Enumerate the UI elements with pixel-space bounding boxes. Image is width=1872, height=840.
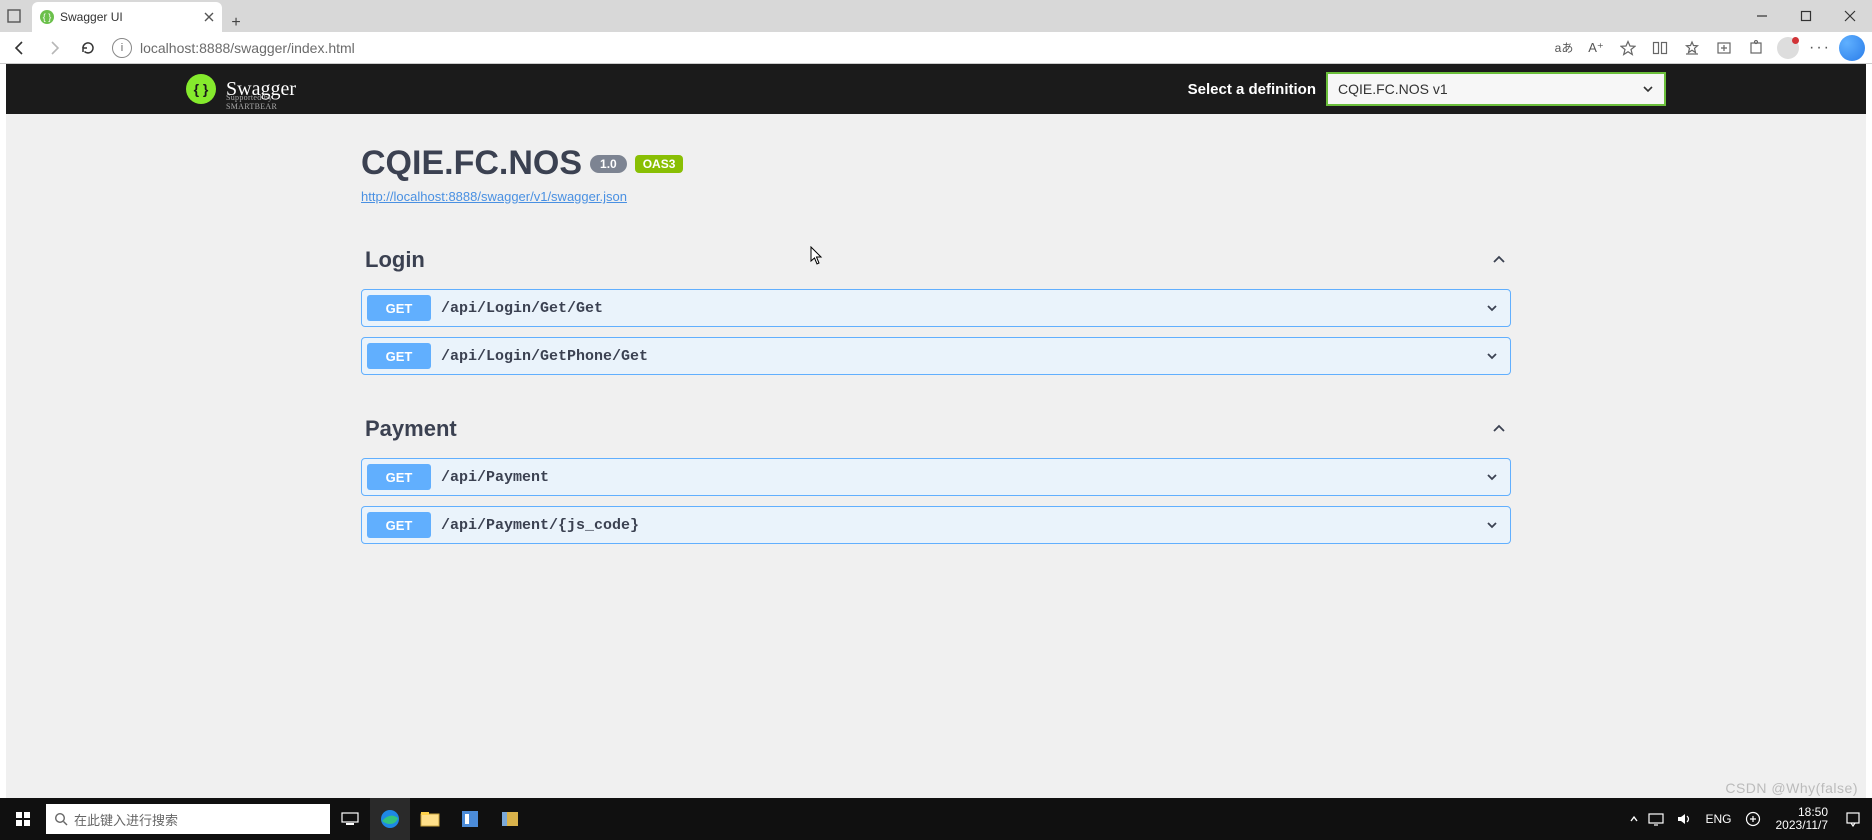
forward-button[interactable] [40, 34, 68, 62]
chevron-down-icon [1485, 301, 1499, 315]
volume-icon[interactable] [1673, 798, 1695, 840]
chevron-down-icon [1485, 518, 1499, 532]
new-tab-button[interactable]: + [222, 14, 250, 32]
taskbar-search[interactable]: 在此键入进行搜索 [46, 804, 330, 834]
read-aloud-icon[interactable]: A⁺ [1582, 34, 1610, 62]
notifications-icon[interactable] [1840, 798, 1866, 840]
tray-chevron-icon[interactable] [1629, 814, 1639, 824]
browser-tab[interactable]: { } Swagger UI [32, 2, 222, 32]
swagger-favicon-icon: { } [40, 10, 54, 24]
extensions-icon[interactable] [1742, 34, 1770, 62]
operation-row[interactable]: GET/api/Login/Get/Get [361, 289, 1511, 327]
tag-section-login: LoginGET/api/Login/Get/GetGET/api/Login/… [361, 241, 1511, 375]
chevron-down-icon [1485, 349, 1499, 363]
swagger-content: CQIE.FC.NOS 1.0 OAS3 http://localhost:88… [341, 114, 1531, 584]
tag-header[interactable]: Login [361, 241, 1511, 279]
translate-icon[interactable]: aあ [1550, 34, 1578, 62]
copilot-icon[interactable] [1838, 34, 1866, 62]
operation-path: /api/Login/GetPhone/Get [441, 348, 648, 365]
close-tab-button[interactable] [204, 12, 214, 22]
http-method-badge: GET [367, 512, 431, 538]
site-info-icon[interactable]: i [112, 38, 132, 58]
favorites-bar-icon[interactable] [1678, 34, 1706, 62]
chevron-up-icon [1491, 252, 1507, 268]
split-screen-icon[interactable] [1646, 34, 1674, 62]
back-button[interactable] [6, 34, 34, 62]
operation-path: /api/Payment/{js_code} [441, 517, 639, 534]
favorite-icon[interactable] [1614, 34, 1642, 62]
operation-row[interactable]: GET/api/Payment [361, 458, 1511, 496]
edge-app-icon[interactable] [370, 798, 410, 840]
minimize-button[interactable] [1740, 0, 1784, 32]
api-title: CQIE.FC.NOS [361, 144, 582, 183]
url-text: localhost:8888/swagger/index.html [140, 40, 355, 56]
operation-row[interactable]: GET/api/Payment/{js_code} [361, 506, 1511, 544]
tag-name: Payment [365, 416, 457, 442]
windows-taskbar: 在此键入进行搜索 ENG 18:50 2023/11/7 [0, 798, 1872, 840]
http-method-badge: GET [367, 295, 431, 321]
taskbar-clock[interactable]: 18:50 2023/11/7 [1770, 806, 1835, 832]
page-viewport: { } SwaggerSupported by SMARTBEAR Select… [6, 64, 1866, 798]
swagger-logo-icon: { } [186, 74, 216, 104]
tag-section-payment: PaymentGET/api/PaymentGET/api/Payment/{j… [361, 410, 1511, 544]
watermark-text: CSDN @Why(false) [1725, 780, 1858, 796]
api-oas-badge: OAS3 [635, 155, 684, 173]
taskbar-search-placeholder: 在此键入进行搜索 [74, 810, 178, 829]
search-icon [54, 812, 68, 826]
tag-name: Login [365, 247, 425, 273]
swagger-logo-text: SwaggerSupported by SMARTBEAR [226, 78, 296, 101]
swagger-logo: { } SwaggerSupported by SMARTBEAR [186, 74, 296, 104]
definition-select[interactable]: CQIE.FC.NOS v1 [1326, 72, 1666, 106]
ime-language[interactable]: ENG [1701, 812, 1735, 826]
operation-path: /api/Payment [441, 469, 549, 486]
app-icon-1[interactable] [450, 798, 490, 840]
http-method-badge: GET [367, 464, 431, 490]
tab-title: Swagger UI [60, 10, 123, 24]
chevron-up-icon [1491, 421, 1507, 437]
profile-avatar[interactable] [1774, 34, 1802, 62]
more-menu-icon[interactable]: ··· [1806, 34, 1834, 62]
operation-row[interactable]: GET/api/Login/GetPhone/Get [361, 337, 1511, 375]
select-definition-label: Select a definition [1188, 81, 1316, 98]
api-spec-link[interactable]: http://localhost:8888/swagger/v1/swagger… [361, 189, 627, 204]
app-icon-2[interactable] [490, 798, 530, 840]
refresh-button[interactable] [74, 34, 102, 62]
close-window-button[interactable] [1828, 0, 1872, 32]
chevron-down-icon [1642, 83, 1654, 95]
swagger-topbar: { } SwaggerSupported by SMARTBEAR Select… [6, 64, 1866, 114]
chevron-down-icon [1485, 470, 1499, 484]
file-explorer-icon[interactable] [410, 798, 450, 840]
api-title-row: CQIE.FC.NOS 1.0 OAS3 [361, 144, 1511, 183]
http-method-badge: GET [367, 343, 431, 369]
tab-actions-icon[interactable] [0, 9, 28, 23]
address-bar[interactable]: i localhost:8888/swagger/index.html [112, 38, 355, 58]
network-icon[interactable] [1645, 798, 1667, 840]
api-version-badge: 1.0 [590, 155, 627, 173]
ime-icon[interactable] [1742, 798, 1764, 840]
operation-path: /api/Login/Get/Get [441, 300, 603, 317]
task-view-icon[interactable] [330, 798, 370, 840]
definition-selected: CQIE.FC.NOS v1 [1338, 81, 1448, 97]
maximize-button[interactable] [1784, 0, 1828, 32]
start-button[interactable] [0, 798, 46, 840]
tag-header[interactable]: Payment [361, 410, 1511, 448]
collections-icon[interactable] [1710, 34, 1738, 62]
taskbar-date: 2023/11/7 [1776, 819, 1829, 832]
